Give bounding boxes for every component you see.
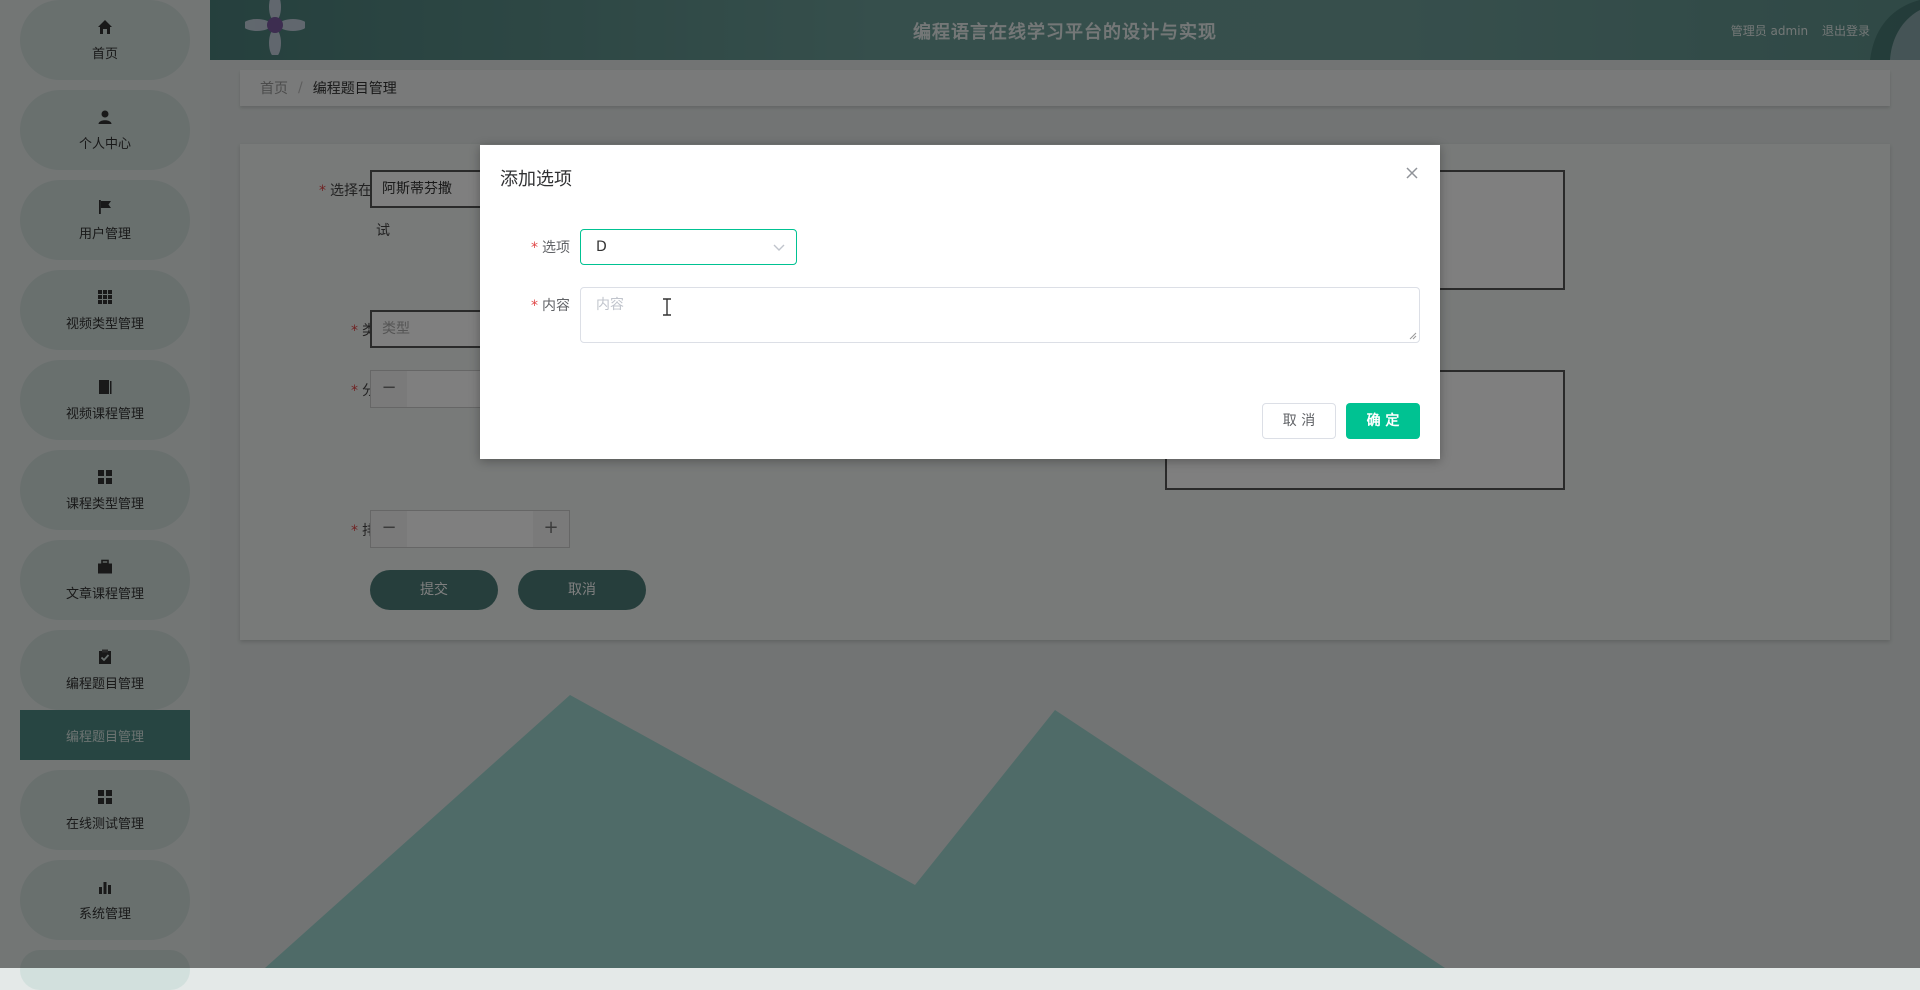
dialog-confirm-button[interactable]: 确 定 [1346, 403, 1420, 439]
content-placeholder: 内容 [596, 297, 624, 313]
resize-grip-icon[interactable] [1409, 332, 1417, 340]
add-option-dialog: 添加选项 * 选项 D * 内容 内容 取 消 确 定 [480, 145, 1440, 459]
content-textarea[interactable]: 内容 [580, 287, 1420, 343]
text-cursor-icon [663, 298, 671, 316]
option-select[interactable]: D [580, 229, 797, 265]
option-select-value: D [596, 239, 607, 255]
dialog-title: 添加选项 [500, 169, 572, 190]
chevron-down-icon [773, 244, 785, 251]
close-icon[interactable] [1404, 165, 1420, 181]
dialog-cancel-button[interactable]: 取 消 [1262, 403, 1336, 439]
content-label: * 内容 [531, 298, 570, 314]
option-label: * 选项 [531, 240, 570, 256]
